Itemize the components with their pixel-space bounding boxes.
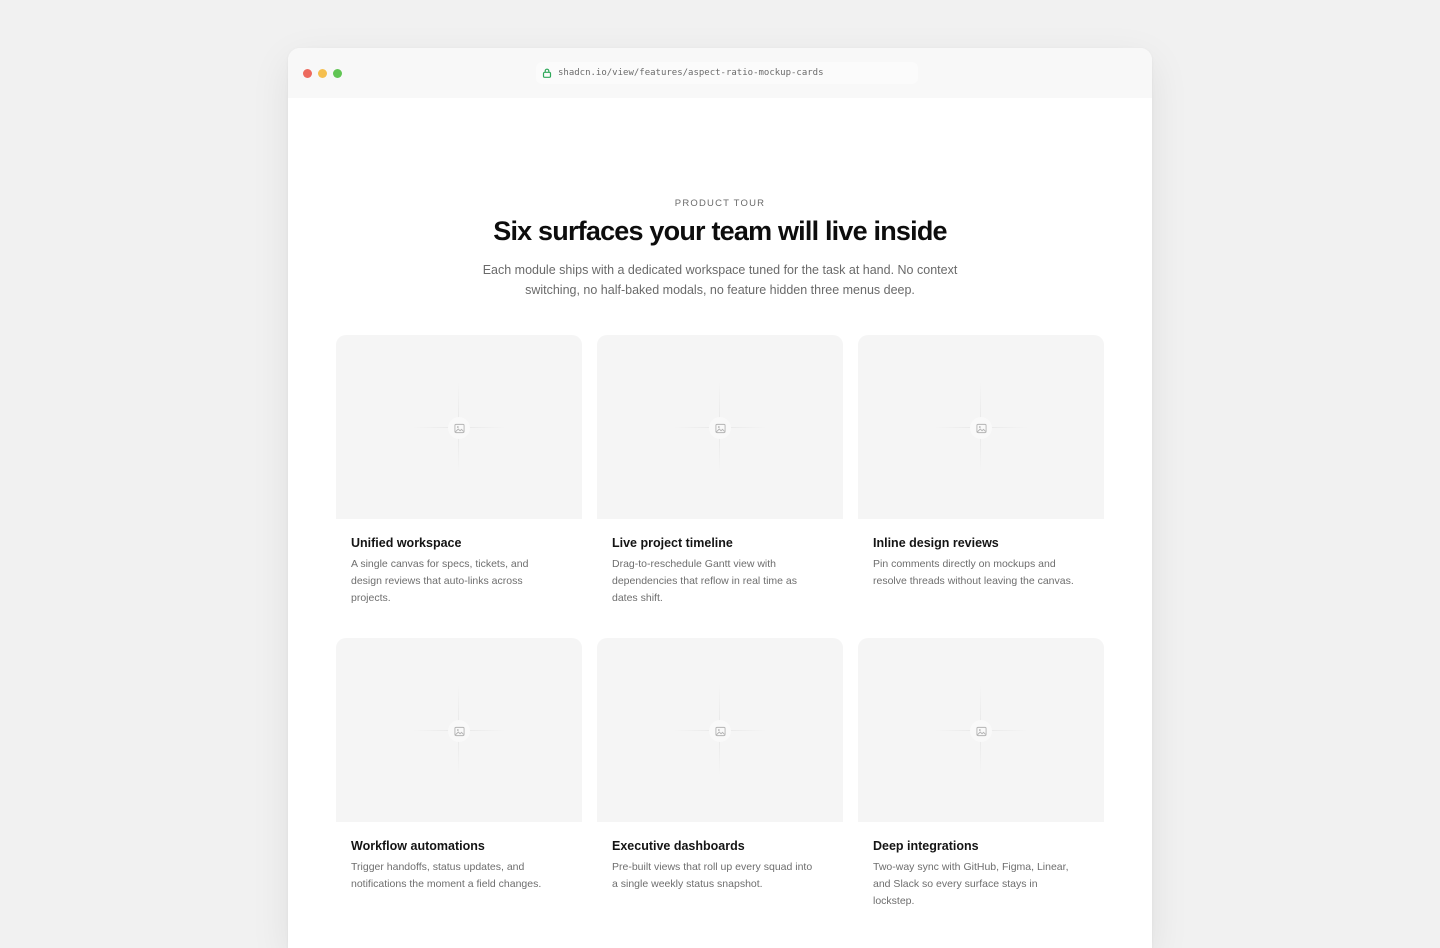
card-title: Workflow automations: [351, 839, 485, 853]
image-placeholder-icon: [448, 417, 470, 439]
page-title: Six surfaces your team will live inside: [493, 216, 947, 246]
page-subtitle: Each module ships with a dedicated works…: [482, 263, 958, 297]
card-image-placeholder: [858, 335, 1104, 519]
card-title: Inline design reviews: [873, 536, 999, 550]
feature-card[interactable]: Inline design reviews Pin comments direc…: [858, 335, 1104, 638]
card-title: Deep integrations: [873, 839, 979, 853]
card-title: Unified workspace: [351, 536, 462, 550]
card-image-placeholder: [597, 335, 843, 519]
card-body: Unified workspace A single canvas for sp…: [336, 519, 582, 607]
window-controls: [303, 69, 342, 78]
image-placeholder-icon: [970, 720, 992, 742]
minimize-window-button[interactable]: [318, 69, 327, 78]
close-window-button[interactable]: [303, 69, 312, 78]
card-image-placeholder: [597, 638, 843, 822]
image-placeholder-icon: [709, 417, 731, 439]
card-image-placeholder: [336, 638, 582, 822]
card-title: Live project timeline: [612, 536, 733, 550]
image-placeholder-icon: [709, 720, 731, 742]
address-url: shadcn.io/view/features/aspect-ratio-moc…: [558, 68, 824, 78]
card-body: Workflow automations Trigger handoffs, s…: [336, 822, 582, 893]
card-description: A single canvas for specs, tickets, and …: [351, 558, 529, 604]
card-body: Live project timeline Drag-to-reschedule…: [597, 519, 843, 607]
card-body: Deep integrations Two-way sync with GitH…: [858, 822, 1104, 910]
feature-card[interactable]: Executive dashboards Pre-built views tha…: [597, 638, 843, 941]
card-description: Pre-built views that roll up every squad…: [612, 861, 813, 890]
card-description: Drag-to-reschedule Gantt view with depen…: [612, 558, 798, 604]
card-body: Inline design reviews Pin comments direc…: [858, 519, 1104, 590]
browser-window: shadcn.io/view/features/aspect-ratio-moc…: [288, 48, 1152, 948]
feature-card[interactable]: Unified workspace A single canvas for sp…: [336, 335, 582, 638]
feature-card[interactable]: Deep integrations Two-way sync with GitH…: [858, 638, 1104, 941]
section-eyebrow: PRODUCT TOUR: [674, 198, 766, 209]
card-description: Two-way sync with GitHub, Figma, Linear,…: [873, 861, 1069, 907]
card-image-placeholder: [336, 335, 582, 519]
lock-icon: [542, 68, 552, 78]
card-body: Executive dashboards Pre-built views tha…: [597, 822, 843, 893]
card-description: Trigger handoffs, status updates, and no…: [351, 861, 542, 890]
feature-card[interactable]: Live project timeline Drag-to-reschedule…: [597, 335, 843, 638]
card-title: Executive dashboards: [612, 839, 745, 853]
image-placeholder-icon: [970, 417, 992, 439]
image-placeholder-icon: [448, 720, 470, 742]
address-bar[interactable]: shadcn.io/view/features/aspect-ratio-moc…: [536, 62, 918, 84]
card-image-placeholder: [858, 638, 1104, 822]
feature-card[interactable]: Workflow automations Trigger handoffs, s…: [336, 638, 582, 941]
maximize-window-button[interactable]: [333, 69, 342, 78]
browser-titlebar: shadcn.io/view/features/aspect-ratio-moc…: [288, 48, 1152, 98]
card-description: Pin comments directly on mockups and res…: [873, 558, 1074, 587]
feature-grid: Unified workspace A single canvas for sp…: [336, 335, 1104, 941]
